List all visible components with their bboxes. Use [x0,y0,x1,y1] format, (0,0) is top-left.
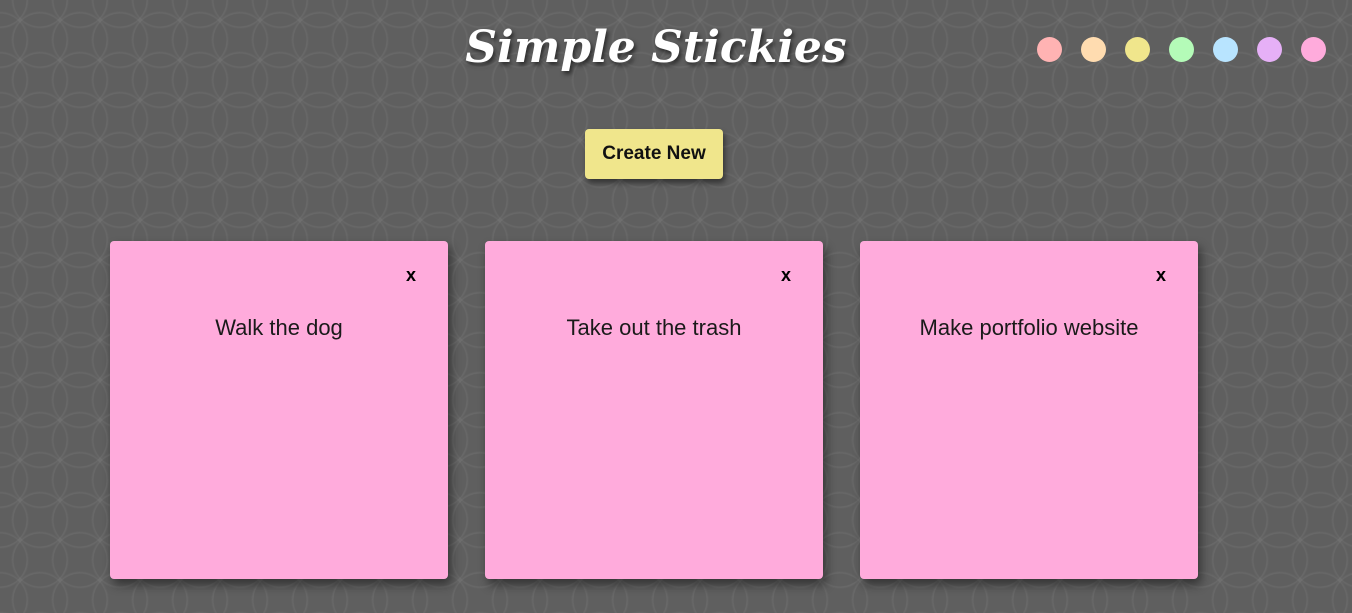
color-swatch-blue[interactable] [1213,37,1238,62]
note-text[interactable]: Make portfolio website [860,315,1198,341]
close-note-button[interactable]: x [1156,265,1166,285]
color-swatch-green[interactable] [1169,37,1194,62]
sticky-note[interactable]: x Take out the trash [485,241,823,579]
color-swatch-yellow[interactable] [1125,37,1150,62]
sticky-note[interactable]: x Make portfolio website [860,241,1198,579]
notes-board: x Walk the dog x Take out the trash x Ma… [110,241,1198,579]
create-new-button[interactable]: Create New [585,129,723,179]
sticky-note[interactable]: x Walk the dog [110,241,448,579]
color-swatch-pink[interactable] [1301,37,1326,62]
close-note-button[interactable]: x [406,265,416,285]
close-note-button[interactable]: x [781,265,791,285]
color-swatch-orange[interactable] [1081,37,1106,62]
note-text[interactable]: Take out the trash [485,315,823,341]
color-swatch-purple[interactable] [1257,37,1282,62]
color-swatch-red[interactable] [1037,37,1062,62]
note-text[interactable]: Walk the dog [110,315,448,341]
color-palette [1037,37,1326,62]
